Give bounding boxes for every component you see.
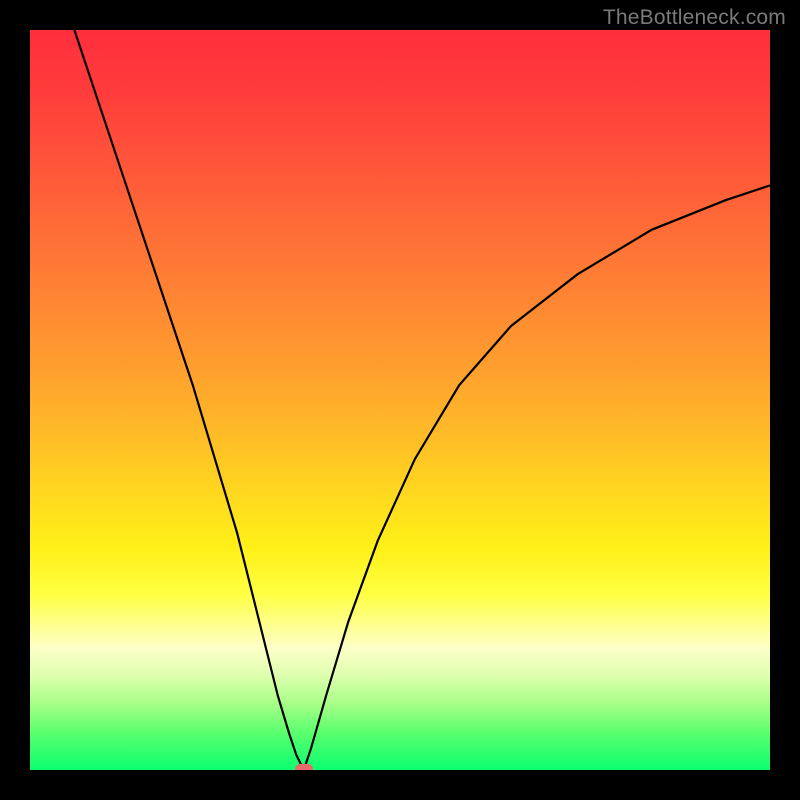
watermark-text: TheBottleneck.com [603,6,786,30]
bottleneck-curve [30,30,770,770]
curve-path [74,30,770,770]
minimum-marker [295,764,313,770]
plot-area [30,30,770,770]
chart-frame: TheBottleneck.com [0,0,800,800]
